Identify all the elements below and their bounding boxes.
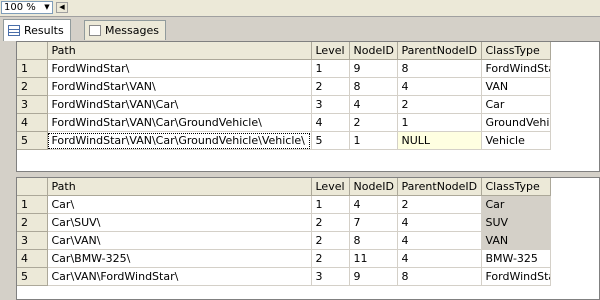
column-header[interactable]: ClassType — [481, 42, 551, 60]
message-icon — [89, 25, 101, 36]
table-row[interactable]: 4 FordWindStar\VAN\Car\GroundVehicle\ 4 2 1 G… — [17, 113, 551, 132]
table-cell[interactable]: 2 — [311, 249, 350, 268]
row-number[interactable]: 2 — [17, 213, 48, 232]
table-cell[interactable]: 3 — [311, 95, 350, 114]
table-cell[interactable]: 4 — [397, 231, 482, 250]
table-cell[interactable]: 4 — [397, 249, 482, 268]
table-cell[interactable]: 7 — [349, 213, 398, 232]
table-cell[interactable]: FordWindStar\VAN\ — [47, 77, 312, 96]
table-cell[interactable]: FordWindStar — [481, 59, 551, 78]
table-row[interactable]: 1FordWindStar\198FordWindStar — [17, 59, 551, 78]
column-header[interactable]: Level — [311, 178, 350, 196]
table-cell[interactable]: 2 — [311, 213, 350, 232]
scroll-left-icon[interactable]: ◀ — [56, 2, 68, 13]
row-number[interactable]: 1 — [17, 59, 48, 78]
table-row[interactable]: 2 Car\SUV\ 2 7 4 SUV — [17, 213, 551, 232]
row-number[interactable]: 4 — [17, 113, 48, 132]
table-cell[interactable]: FordWindStar\VAN\Car\GroundVehicle\Vehic… — [47, 131, 312, 150]
table-cell[interactable]: 11 — [349, 249, 398, 268]
table-row[interactable]: 1 Car\ 1 4 2 Car — [17, 195, 551, 214]
table-cell[interactable]: NULL — [397, 131, 482, 150]
table-cell[interactable]: 8 — [349, 77, 398, 96]
tab-results-label: Results — [24, 24, 64, 37]
table-cell[interactable]: Car\VAN\ — [47, 231, 312, 250]
row-number[interactable]: 3 — [17, 95, 48, 114]
zoom-value: 100 % — [4, 2, 36, 13]
table-cell[interactable]: Car — [481, 195, 551, 214]
table-cell[interactable]: FordWindStar\ — [47, 59, 312, 78]
results-table-2: Path Level NodeID ParentNodeID ClassType… — [17, 178, 551, 286]
column-header[interactable]: ParentNodeID — [397, 42, 482, 60]
table-cell[interactable]: 4 — [349, 95, 398, 114]
table-cell[interactable]: Vehicle — [481, 131, 551, 150]
table-cell[interactable]: FordWindStar\VAN\Car\ — [47, 95, 312, 114]
column-header[interactable]: NodeID — [349, 42, 398, 60]
column-header[interactable]: Path — [47, 42, 312, 60]
table-row[interactable]: 3 FordWindStar\VAN\Car\ 3 4 2 Car — [17, 95, 551, 114]
table-row[interactable]: 5Car\VAN\FordWindStar\398FordWindStar — [17, 267, 551, 286]
table-cell[interactable]: 4 — [311, 113, 350, 132]
table-cell[interactable]: 2 — [397, 195, 482, 214]
column-header[interactable]: ClassType — [481, 178, 551, 196]
table-cell[interactable]: 1 — [397, 113, 482, 132]
table-cell[interactable]: 1 — [311, 59, 350, 78]
row-number[interactable]: 4 — [17, 249, 48, 268]
table-cell[interactable]: 2 — [397, 95, 482, 114]
table-cell[interactable]: VAN — [481, 77, 551, 96]
results-table-1: Path Level NodeID ParentNodeID ClassType… — [17, 42, 551, 150]
toolbar: 100 % ▼ ◀ — [0, 0, 600, 17]
table-cell[interactable]: 5 — [311, 131, 350, 150]
column-header[interactable]: ParentNodeID — [397, 178, 482, 196]
table-row[interactable]: 5 FordWindStar\VAN\Car\GroundVehicle\Vehi… — [17, 131, 551, 150]
table-cell[interactable]: 4 — [397, 213, 482, 232]
row-number[interactable]: 5 — [17, 131, 48, 150]
table-cell[interactable]: FordWindStar\VAN\Car\GroundVehicle\ — [47, 113, 312, 132]
table-cell[interactable]: Car\SUV\ — [47, 213, 312, 232]
table-row[interactable]: 3 Car\VAN\ 2 8 4 VAN — [17, 231, 551, 250]
table-cell[interactable]: 1 — [311, 195, 350, 214]
table-cell[interactable]: Car — [481, 95, 551, 114]
table-cell[interactable]: 9 — [349, 59, 398, 78]
table-cell[interactable]: 2 — [311, 231, 350, 250]
table-cell[interactable]: Car\ — [47, 195, 312, 214]
table-cell[interactable]: SUV — [481, 213, 551, 232]
table-cell[interactable]: 2 — [311, 77, 350, 96]
tab-results[interactable]: Results — [3, 19, 71, 41]
table-cell[interactable]: BMW-325 — [481, 249, 551, 268]
row-number[interactable]: 2 — [17, 77, 48, 96]
table-cell[interactable]: 8 — [397, 267, 482, 286]
column-header[interactable]: Level — [311, 42, 350, 60]
table-cell[interactable]: Car\BMW-325\ — [47, 249, 312, 268]
column-header[interactable]: Path — [47, 178, 312, 196]
grid-corner[interactable] — [17, 42, 48, 60]
table-row[interactable]: 4 Car\BMW-325\ 2 11 4 BMW-325 — [17, 249, 551, 268]
table-cell[interactable]: GroundVehicle — [481, 113, 551, 132]
grid-icon — [8, 25, 20, 36]
table-cell[interactable]: 2 — [349, 113, 398, 132]
table-cell[interactable]: 8 — [349, 231, 398, 250]
table-cell[interactable]: VAN — [481, 231, 551, 250]
table-row[interactable]: 2 FordWindStar\VAN\ 2 8 4 VAN — [17, 77, 551, 96]
zoom-select[interactable]: 100 % ▼ — [1, 1, 53, 14]
result-tabs: Results Messages — [0, 17, 600, 41]
results-grid-2[interactable]: Path Level NodeID ParentNodeID ClassType… — [16, 177, 600, 300]
column-header[interactable]: NodeID — [349, 178, 398, 196]
table-cell[interactable]: 1 — [349, 131, 398, 150]
table-cell[interactable]: Car\VAN\FordWindStar\ — [47, 267, 312, 286]
tab-messages[interactable]: Messages — [84, 20, 166, 40]
table-cell[interactable]: FordWindStar — [481, 267, 551, 286]
table-cell[interactable]: 8 — [397, 59, 482, 78]
grid-corner[interactable] — [17, 178, 48, 196]
table-cell[interactable]: 9 — [349, 267, 398, 286]
chevron-down-icon[interactable]: ▼ — [42, 2, 52, 13]
table-cell[interactable]: 4 — [397, 77, 482, 96]
row-number[interactable]: 3 — [17, 231, 48, 250]
results-grid-1[interactable]: Path Level NodeID ParentNodeID ClassType… — [16, 41, 600, 172]
tab-messages-label: Messages — [105, 24, 159, 37]
row-number[interactable]: 5 — [17, 267, 48, 286]
table-cell[interactable]: 3 — [311, 267, 350, 286]
table-cell[interactable]: 4 — [349, 195, 398, 214]
row-number[interactable]: 1 — [17, 195, 48, 214]
